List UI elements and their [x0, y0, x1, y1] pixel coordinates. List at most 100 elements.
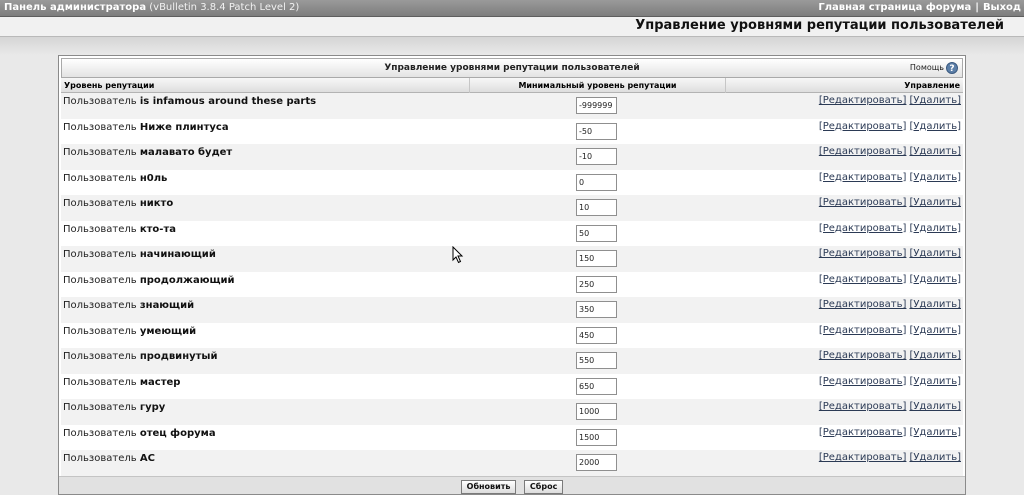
delete-link[interactable]: [Удалить] [909, 350, 961, 361]
row-actions: [Редактировать] [Удалить] [819, 121, 961, 132]
logout-link[interactable]: Выход [983, 2, 1021, 13]
panel-title-bar: Управление уровнями репутации пользовате… [61, 58, 963, 78]
row-prefix: Пользователь [63, 427, 137, 439]
reputation-level-name: Пользователь продолжающий [63, 275, 235, 286]
min-level-input[interactable] [576, 148, 617, 165]
reputation-table-body: Пользователь is infamous around these pa… [59, 93, 965, 476]
row-actions: [Редактировать] [Удалить] [819, 452, 961, 463]
edit-link[interactable]: [Редактировать] [819, 121, 907, 132]
row-prefix: Пользователь [63, 249, 137, 260]
edit-link[interactable]: [Редактировать] [819, 95, 907, 106]
min-level-input[interactable] [576, 275, 617, 293]
reputation-level-name: Пользователь малавато будет [63, 147, 232, 158]
admin-top-bar: Панель администратора (vBulletin 3.8.4 P… [0, 0, 1024, 17]
level-title: AC [139, 453, 155, 464]
level-title: отец форума [139, 427, 216, 439]
reputation-level-name: Пользователь гуру [63, 402, 165, 413]
delete-link[interactable]: [Удалить] [909, 172, 961, 183]
min-level-input[interactable] [576, 326, 617, 344]
min-level-input[interactable] [576, 403, 617, 420]
edit-link[interactable]: [Редактировать] [819, 197, 907, 208]
min-level-input[interactable] [576, 454, 617, 471]
delete-link[interactable]: [Удалить] [909, 427, 961, 438]
row-actions: [Редактировать] [Удалить] [819, 325, 961, 336]
reset-button[interactable]: Сброс [523, 480, 564, 494]
level-title: продолжающий [139, 274, 235, 286]
row-actions: [Редактировать] [Удалить] [819, 172, 961, 183]
edit-link[interactable]: [Редактировать] [819, 299, 907, 310]
delete-link[interactable]: [Удалить] [909, 248, 961, 259]
level-title: кто-та [139, 223, 176, 235]
level-title: н0ль [139, 172, 168, 184]
row-prefix: Пользователь [63, 96, 137, 107]
min-level-input[interactable] [576, 428, 617, 446]
edit-link[interactable]: [Редактировать] [819, 376, 907, 387]
level-title: малавато будет [139, 147, 233, 158]
min-level-input[interactable] [576, 97, 617, 114]
edit-link[interactable]: [Редактировать] [819, 325, 907, 336]
reputation-level-name: Пользователь отец форума [63, 428, 216, 439]
update-button[interactable]: Обновить [460, 480, 517, 494]
level-title: начинающий [139, 249, 216, 260]
row-prefix: Пользователь [63, 223, 137, 235]
forum-home-link[interactable]: Главная страница форума [818, 2, 971, 13]
row-prefix: Пользователь [63, 121, 137, 133]
min-level-input[interactable] [576, 352, 617, 369]
level-title: мастер [139, 376, 181, 388]
row-actions: [Редактировать] [Удалить] [819, 274, 961, 285]
edit-link[interactable]: [Редактировать] [819, 223, 907, 234]
reputation-level-name: Пользователь кто-та [63, 224, 176, 235]
table-row: Пользователь is infamous around these pa… [61, 93, 963, 119]
level-title: Ниже плинтуса [139, 121, 229, 133]
edit-link[interactable]: [Редактировать] [819, 427, 907, 438]
delete-link[interactable]: [Удалить] [909, 146, 961, 157]
edit-link[interactable]: [Редактировать] [819, 274, 907, 285]
edit-link[interactable]: [Редактировать] [819, 248, 907, 259]
row-prefix: Пользователь [63, 376, 137, 388]
edit-link[interactable]: [Редактировать] [819, 146, 907, 157]
table-row: Пользователь умеющий [Редактировать][Удал… [61, 322, 963, 348]
min-level-input[interactable] [576, 224, 617, 242]
delete-link[interactable]: [Удалить] [909, 95, 961, 106]
edit-link[interactable]: [Редактировать] [819, 172, 907, 183]
reputation-level-name: Пользователь мастер [63, 377, 180, 388]
min-level-input[interactable] [576, 301, 617, 318]
delete-link[interactable]: [Удалить] [909, 299, 961, 310]
min-level-input[interactable] [576, 122, 617, 140]
delete-link[interactable]: [Удалить] [909, 401, 961, 412]
help-icon: ? [946, 61, 958, 74]
reputation-level-name: Пользователь н0ль [63, 173, 167, 184]
row-actions: [Редактировать] [Удалить] [819, 427, 961, 438]
delete-link[interactable]: [Удалить] [909, 376, 961, 387]
reputation-level-name: Пользователь AC [63, 453, 155, 464]
min-level-input[interactable] [576, 377, 617, 395]
delete-link[interactable]: [Удалить] [909, 274, 961, 285]
table-row: Пользователь кто-та [Редактировать][Удали… [61, 220, 963, 246]
page-title: Управление уровнями репутации пользовате… [635, 18, 1004, 33]
header-shadow [0, 37, 1024, 55]
level-title: продвинутый [139, 351, 218, 362]
delete-link[interactable]: [Удалить] [909, 197, 961, 208]
row-actions: [Редактировать] [Удалить] [819, 95, 961, 106]
admin-panel-title: Панель администратора (vBulletin 3.8.4 P… [4, 0, 299, 16]
level-title: знающий [139, 300, 195, 311]
table-row: Пользователь AC [Редактировать][Удалить] [61, 450, 963, 476]
min-level-input[interactable] [576, 173, 617, 191]
table-row: Пользователь никто [Редактировать][Удалит… [61, 195, 963, 221]
edit-link[interactable]: [Редактировать] [819, 350, 907, 361]
reputation-level-name: Пользователь никто [63, 198, 173, 209]
delete-link[interactable]: [Удалить] [909, 223, 961, 234]
delete-link[interactable]: [Удалить] [909, 325, 961, 336]
top-link-separator: | [975, 2, 979, 13]
delete-link[interactable]: [Удалить] [909, 452, 961, 463]
row-prefix: Пользователь [63, 172, 137, 184]
help-button[interactable]: Помощь? [910, 61, 958, 75]
table-row: Пользователь знающий [Редактировать][Удал… [61, 297, 963, 323]
min-level-input[interactable] [576, 250, 617, 267]
edit-link[interactable]: [Редактировать] [819, 401, 907, 412]
min-level-input[interactable] [576, 199, 617, 216]
delete-link[interactable]: [Удалить] [909, 121, 961, 132]
edit-link[interactable]: [Редактировать] [819, 452, 907, 463]
row-prefix: Пользователь [63, 147, 137, 158]
table-row: Пользователь гуру [Редактировать][Удалить… [61, 399, 963, 425]
